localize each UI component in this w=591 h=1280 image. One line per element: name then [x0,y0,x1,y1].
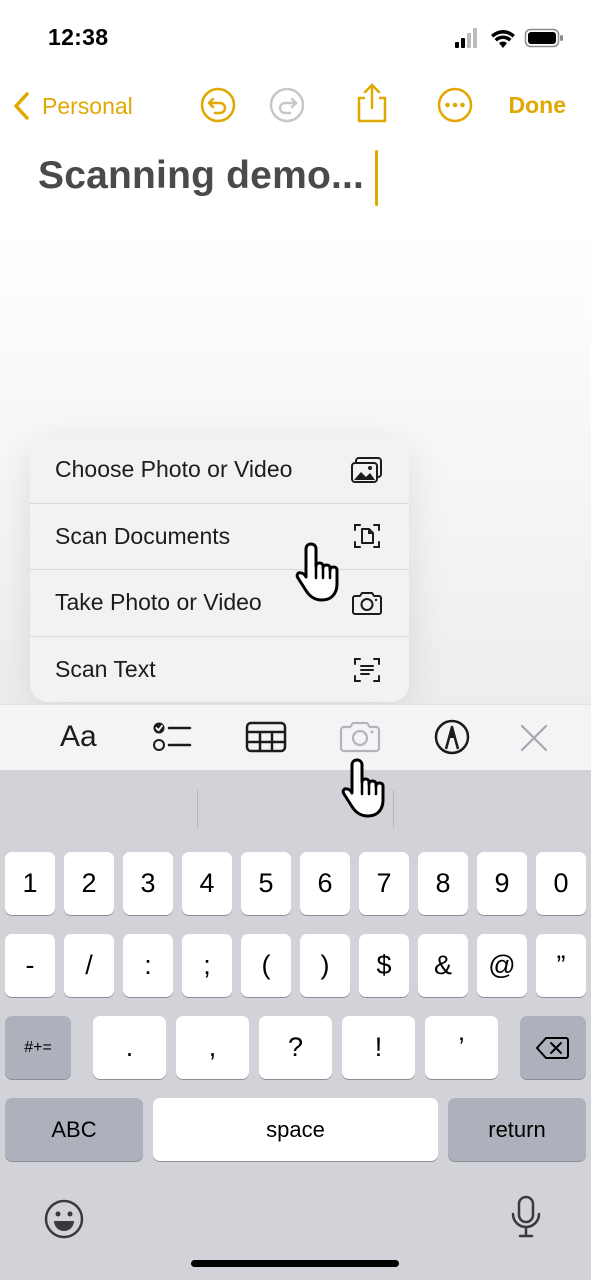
text-format-button[interactable]: Aa [60,720,97,754]
key-0[interactable]: 0 [536,852,586,915]
wifi-icon [491,30,515,48]
key-dollar[interactable]: $ [359,934,409,997]
close-icon[interactable] [518,718,550,756]
key-comma[interactable]: , [176,1016,249,1079]
undo-icon[interactable] [199,86,237,124]
key-1[interactable]: 1 [5,852,55,915]
done-button[interactable]: Done [509,92,567,119]
key-slash[interactable]: / [64,934,114,997]
key-at[interactable]: @ [477,934,527,997]
key-backspace[interactable] [520,1016,586,1079]
menu-item-scan-documents[interactable]: Scan Documents [30,504,409,570]
key-2[interactable]: 2 [64,852,114,915]
camera-icon[interactable] [338,718,382,756]
key-question[interactable]: ? [259,1016,332,1079]
checklist-icon[interactable] [152,718,192,756]
status-time: 12:38 [48,24,109,50]
photo-library-icon [351,456,382,483]
key-7[interactable]: 7 [359,852,409,915]
key-close-paren[interactable]: ) [300,934,350,997]
camera-icon [352,591,382,615]
key-ampersand[interactable]: & [418,934,468,997]
menu-item-choose-photo[interactable]: Choose Photo or Video [30,437,409,504]
text-caret [375,150,378,206]
key-exclamation[interactable]: ! [342,1016,415,1079]
key-4[interactable]: 4 [182,852,232,915]
key-colon[interactable]: : [123,934,173,997]
menu-item-take-photo[interactable]: Take Photo or Video [30,570,409,637]
prediction-divider [393,790,394,828]
key-semicolon[interactable]: ; [182,934,232,997]
note-title[interactable]: Scanning demo... [38,154,364,198]
share-icon[interactable] [353,82,391,124]
key-return[interactable]: return [448,1098,586,1161]
cellular-signal-icon [455,28,477,48]
key-apostrophe[interactable]: ’ [425,1016,498,1079]
menu-item-scan-text[interactable]: Scan Text [30,637,409,703]
key-open-paren[interactable]: ( [241,934,291,997]
back-label: Personal [42,92,133,119]
key-6[interactable]: 6 [300,852,350,915]
key-quote[interactable]: ” [536,934,586,997]
emoji-icon[interactable] [43,1198,85,1240]
chevron-left-icon [14,92,29,120]
attachment-menu: Choose Photo or Video Scan Documents Tak… [30,437,409,702]
prediction-divider [197,790,198,828]
key-abc[interactable]: ABC [5,1098,143,1161]
markup-icon[interactable] [433,718,471,756]
home-indicator[interactable] [191,1260,399,1267]
key-5[interactable]: 5 [241,852,291,915]
status-icons [455,28,563,48]
key-9[interactable]: 9 [477,852,527,915]
key-hyphen[interactable]: - [5,934,55,997]
back-button[interactable]: Personal [12,88,133,124]
key-3[interactable]: 3 [123,852,173,915]
key-more-symbols[interactable]: #+= [5,1016,71,1079]
key-8[interactable]: 8 [418,852,468,915]
battery-icon [524,28,563,48]
doc-scan-icon [354,524,380,549]
key-space[interactable]: space [153,1098,438,1161]
text-scan-icon [354,657,380,682]
key-period[interactable]: . [93,1016,166,1079]
redo-icon[interactable] [268,86,306,124]
menu-item-label: Choose Photo or Video [55,456,293,483]
menu-item-label: Take Photo or Video [55,589,262,616]
microphone-icon[interactable] [510,1194,542,1240]
menu-item-label: Scan Documents [55,522,231,549]
menu-item-label: Scan Text [55,656,156,683]
backspace-icon [536,1036,569,1059]
more-icon[interactable] [436,86,474,124]
table-icon[interactable] [245,718,287,756]
